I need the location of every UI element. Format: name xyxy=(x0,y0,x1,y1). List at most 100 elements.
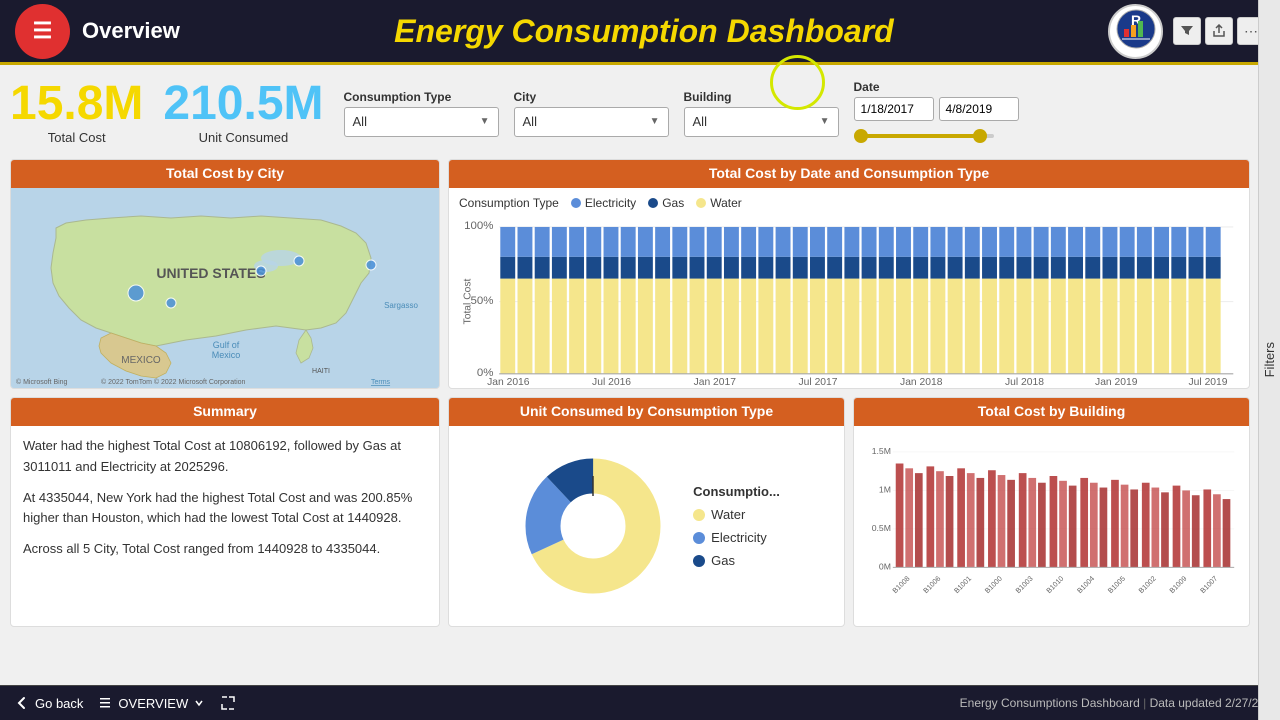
total-cost-metric: 15.8M Total Cost xyxy=(10,80,143,145)
dashboard-title: Energy Consumption Dashboard xyxy=(180,13,1108,50)
svg-text:Jan 2018: Jan 2018 xyxy=(900,377,943,388)
svg-text:B1004: B1004 xyxy=(1075,574,1096,595)
consumption-type-label: Consumption Type xyxy=(344,90,499,104)
date-slider-thumb-right[interactable] xyxy=(973,129,987,143)
donut-electricity-dot xyxy=(693,532,705,544)
svg-text:100%: 100% xyxy=(464,220,493,232)
building-label: Building xyxy=(684,90,839,104)
date-slider[interactable] xyxy=(854,126,994,146)
summary-text-2: At 4335044, New York had the highest Tot… xyxy=(23,488,427,530)
map-panel: Total Cost by City xyxy=(10,159,440,389)
svg-text:B1008: B1008 xyxy=(890,574,911,595)
bar-chart-container: Consumption Type Electricity Gas xyxy=(449,188,1249,388)
donut-legend: Consumptio... Water Electricity xyxy=(693,484,780,568)
donut-gas-dot xyxy=(693,555,705,567)
status-text: Energy Consumptions Dashboard xyxy=(960,696,1140,710)
donut-gas-label: Gas xyxy=(711,553,735,568)
date-start-input[interactable]: 1/18/2017 xyxy=(854,97,934,121)
svg-text:B1009: B1009 xyxy=(1167,574,1188,595)
svg-text:Jan 2016: Jan 2016 xyxy=(487,377,530,388)
bar-chart-area: 100% 50% 0% Total Cost xyxy=(459,213,1239,388)
total-cost-value: 15.8M xyxy=(10,80,143,128)
building-select[interactable]: All ▼ xyxy=(684,107,839,137)
filter-icon-btn[interactable] xyxy=(1173,17,1201,45)
legend-electricity-label: Electricity xyxy=(585,196,636,210)
back-label: Go back xyxy=(35,696,83,711)
updated-text: Data updated 2/27/22 xyxy=(1150,696,1265,710)
bar-chart-panel: Total Cost by Date and Consumption Type … xyxy=(448,159,1250,389)
header-icon-group: ⋯ xyxy=(1173,17,1265,45)
date-inputs: 1/18/2017 4/8/2019 xyxy=(854,97,1019,121)
building-arrow: ▼ xyxy=(820,116,830,127)
svg-text:Jan 2019: Jan 2019 xyxy=(1095,377,1138,388)
building-panel: Total Cost by Building 1.5M 1M 0.5M 0M xyxy=(853,397,1250,627)
date-slider-fill xyxy=(861,134,980,138)
svg-text:© Microsoft Bing: © Microsoft Bing xyxy=(16,378,68,386)
filters-sidebar[interactable]: Filters xyxy=(1258,0,1280,720)
map-panel-header: Total Cost by City xyxy=(11,160,439,188)
brand-logo-text: R xyxy=(1116,9,1156,54)
charts-grid: Total Cost by City xyxy=(10,159,1250,675)
legend-consumption-type: Consumption Type xyxy=(459,196,559,210)
summary-text-3: Across all 5 City, Total Cost ranged fro… xyxy=(23,539,427,560)
city-select[interactable]: All ▼ xyxy=(514,107,669,137)
metrics-filters-row: 15.8M Total Cost 210.5M Unit Consumed Co… xyxy=(10,75,1250,151)
donut-electricity-label: Electricity xyxy=(711,530,767,545)
svg-text:Gulf of: Gulf of xyxy=(213,340,240,350)
legend-water-dot xyxy=(696,198,706,208)
legend-gas: Gas xyxy=(648,196,684,210)
consumption-type-value: All xyxy=(353,114,367,129)
donut-panel-title: Unit Consumed by Consumption Type xyxy=(520,403,773,419)
share-icon-btn[interactable] xyxy=(1205,17,1233,45)
legend-gas-dot xyxy=(648,198,658,208)
consumption-type-select[interactable]: All ▼ xyxy=(344,107,499,137)
map-container: UNITED STATES Gulf of Mexico MEXICO Sarg… xyxy=(11,188,439,388)
bar-chart-svg: 100% 50% 0% Total Cost xyxy=(459,213,1239,388)
donut-water-label: Water xyxy=(711,507,745,522)
bottom-left: Go back OVERVIEW xyxy=(15,694,237,712)
back-button[interactable]: Go back xyxy=(15,696,83,711)
content-area: 15.8M Total Cost 210.5M Unit Consumed Co… xyxy=(0,65,1280,685)
menu-button[interactable]: ☰ xyxy=(15,4,70,59)
back-arrow-icon xyxy=(15,696,29,710)
building-value: All xyxy=(693,114,707,129)
consumption-type-filter: Consumption Type All ▼ xyxy=(344,90,499,137)
expand-icon[interactable] xyxy=(219,694,237,712)
svg-text:Jul 2016: Jul 2016 xyxy=(592,377,631,388)
svg-text:Jul 2017: Jul 2017 xyxy=(799,377,838,388)
chevron-down-icon xyxy=(194,698,204,708)
overview-label: OVERVIEW xyxy=(118,696,188,711)
svg-text:0M: 0M xyxy=(879,561,891,571)
svg-text:Total Cost: Total Cost xyxy=(462,278,473,324)
svg-text:MEXICO: MEXICO xyxy=(121,355,161,366)
summary-text-1: Water had the highest Total Cost at 1080… xyxy=(23,436,427,478)
donut-panel-header: Unit Consumed by Consumption Type xyxy=(449,398,844,426)
city-arrow: ▼ xyxy=(650,116,660,127)
total-cost-label: Total Cost xyxy=(48,130,106,145)
svg-text:50%: 50% xyxy=(470,295,493,307)
summary-panel-header: Summary xyxy=(11,398,439,426)
date-end-input[interactable]: 4/8/2019 xyxy=(939,97,1019,121)
unit-consumed-metric: 210.5M Unit Consumed xyxy=(163,80,323,145)
summary-panel-body: Water had the highest Total Cost at 1080… xyxy=(11,426,439,626)
svg-text:Mexico: Mexico xyxy=(212,350,241,360)
legend-electricity-dot xyxy=(571,198,581,208)
svg-text:0.5M: 0.5M xyxy=(872,523,891,533)
bar-chart-panel-body: Consumption Type Electricity Gas xyxy=(449,188,1249,388)
overview-button[interactable]: OVERVIEW xyxy=(98,696,204,711)
svg-text:B1005: B1005 xyxy=(1106,574,1127,595)
map-panel-body: UNITED STATES Gulf of Mexico MEXICO Sarg… xyxy=(11,188,439,388)
date-slider-thumb-left[interactable] xyxy=(854,129,868,143)
donut-svg xyxy=(513,446,673,606)
map-svg: UNITED STATES Gulf of Mexico MEXICO Sarg… xyxy=(11,188,439,388)
building-panel-title: Total Cost by Building xyxy=(978,403,1126,419)
filters-row: Consumption Type All ▼ City All ▼ xyxy=(344,80,1250,146)
donut-legend-electricity: Electricity xyxy=(693,530,780,545)
bar-chart-panel-header: Total Cost by Date and Consumption Type xyxy=(449,160,1249,188)
city-label: City xyxy=(514,90,669,104)
header: ☰ Overview Energy Consumption Dashboard … xyxy=(0,0,1280,65)
donut-legend-water: Water xyxy=(693,507,780,522)
summary-panel: Summary Water had the highest Total Cost… xyxy=(10,397,440,627)
donut-panel: Unit Consumed by Consumption Type xyxy=(448,397,845,627)
bar-chart-legend: Consumption Type Electricity Gas xyxy=(459,193,1239,213)
